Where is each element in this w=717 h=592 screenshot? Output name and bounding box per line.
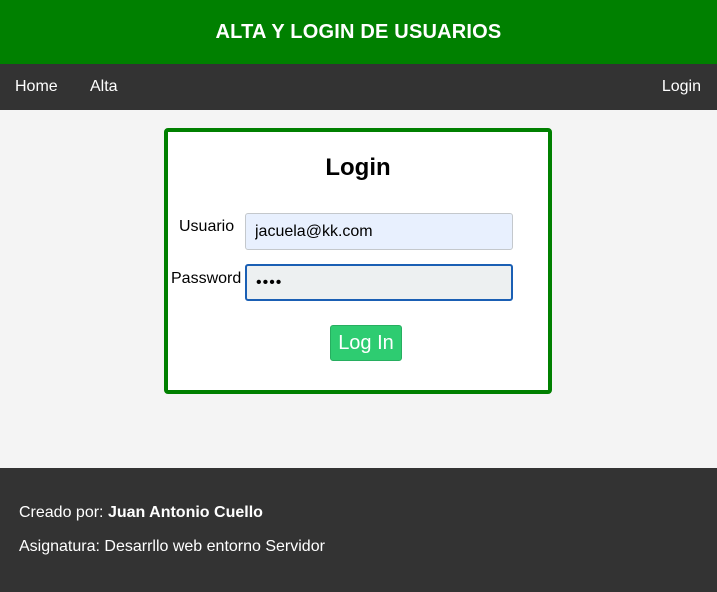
username-input[interactable] [245, 213, 513, 250]
nav-home-link[interactable]: Home [15, 64, 58, 110]
login-submit-button[interactable]: Log In [330, 325, 402, 361]
login-card: Login Usuario Password Log In [164, 128, 552, 394]
nav-login-link[interactable]: Login [662, 64, 701, 110]
created-by-label: Creado por: [19, 504, 104, 521]
top-nav: Home Alta Login [0, 64, 717, 110]
footer-subject: Asignatura: Desarrllo web entorno Servid… [19, 538, 325, 555]
page-header: ALTA Y LOGIN DE USUARIOS [0, 0, 717, 64]
page-footer: Creado por: Juan Antonio Cuello Asignatu… [0, 468, 717, 592]
login-title: Login [325, 154, 391, 181]
nav-alta-link[interactable]: Alta [90, 64, 118, 110]
footer-credits: Creado por: Juan Antonio Cuello [19, 504, 263, 522]
password-input[interactable] [245, 264, 513, 301]
password-label: Password [171, 270, 242, 287]
page-title: ALTA Y LOGIN DE USUARIOS [215, 20, 502, 43]
username-label: Usuario [179, 218, 235, 235]
author-name: Juan Antonio Cuello [107, 504, 263, 521]
